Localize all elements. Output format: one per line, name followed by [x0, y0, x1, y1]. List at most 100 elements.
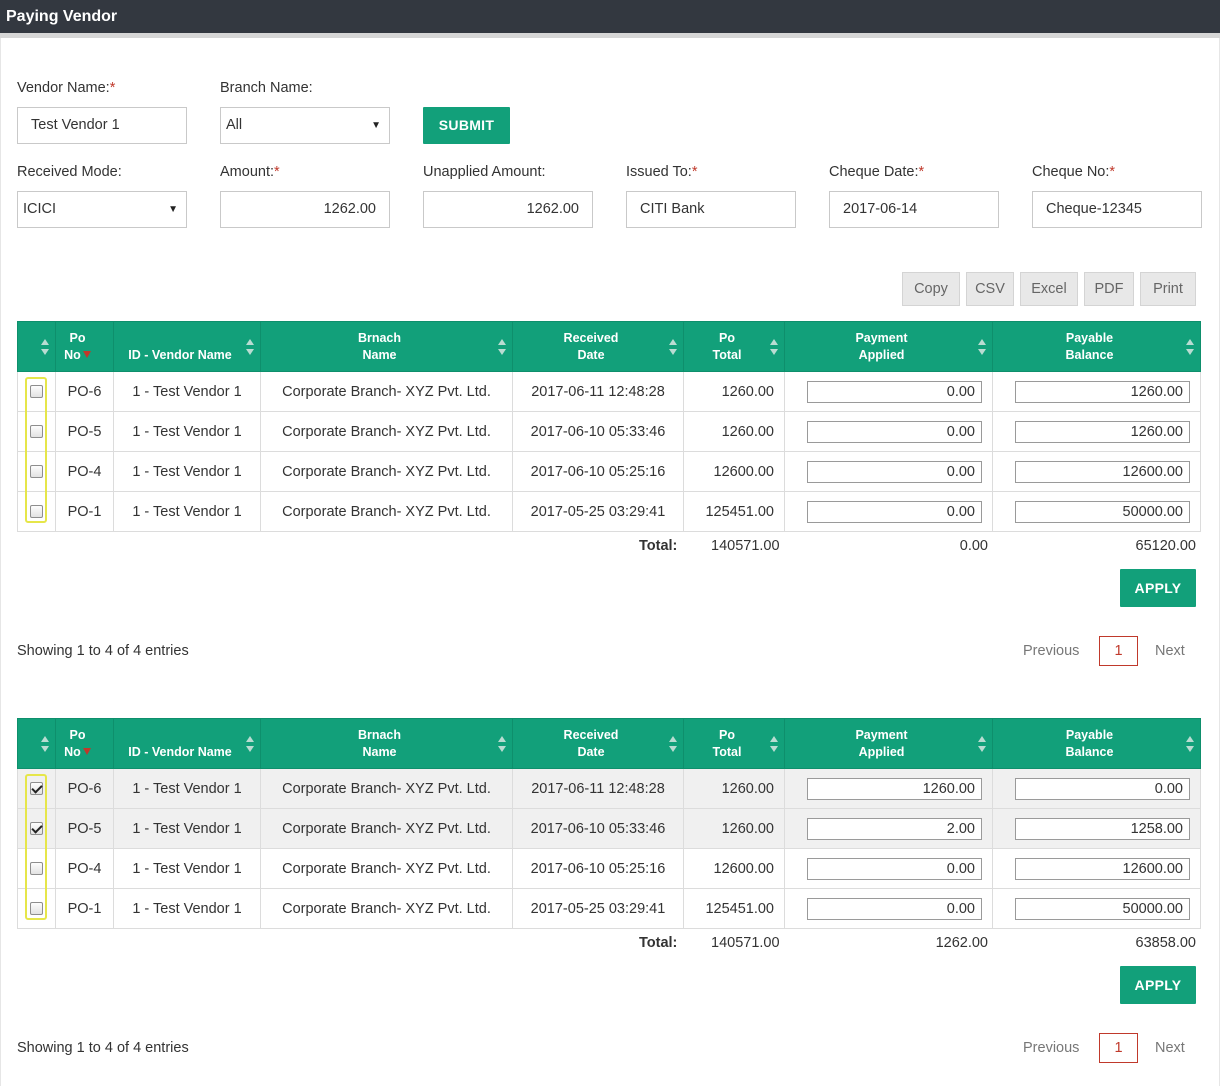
- po-total-cell: 1260.00: [683, 411, 785, 452]
- vendor-column-header[interactable]: ID - Vendor Name: [113, 718, 261, 769]
- payment-applied-column-header[interactable]: Payment Applied: [784, 321, 993, 372]
- previous-page-button[interactable]: Previous: [1023, 1040, 1079, 1056]
- payment-applied-input[interactable]: 0.00: [807, 857, 982, 880]
- received-date-cell: 2017-06-11 12:48:28: [512, 371, 684, 412]
- sort-icon: [498, 736, 506, 752]
- branch-cell: Corporate Branch- XYZ Pvt. Ltd.: [260, 768, 513, 809]
- total-label: Total:: [639, 935, 678, 951]
- received-date-cell: 2017-06-10 05:33:46: [512, 808, 684, 849]
- vendor-cell: 1 - Test Vendor 1: [113, 451, 261, 492]
- received-mode-select[interactable]: ICICI ▼: [17, 191, 187, 228]
- excel-button[interactable]: Excel: [1020, 272, 1078, 306]
- payable-balance-input[interactable]: 50000.00: [1015, 897, 1190, 920]
- previous-page-button[interactable]: Previous: [1023, 643, 1079, 659]
- table-row: PO-4 1 - Test Vendor 1 Corporate Branch-…: [17, 848, 1201, 889]
- po-no-column-header[interactable]: Po No: [55, 321, 114, 372]
- payment-applied-input[interactable]: 2.00: [807, 817, 982, 840]
- vendor-cell: 1 - Test Vendor 1: [113, 411, 261, 452]
- branch-name-select[interactable]: All ▼: [220, 107, 390, 144]
- po-total-column-header[interactable]: Po Total: [683, 321, 785, 372]
- branch-name-value: All: [226, 117, 243, 133]
- received-date-column-header[interactable]: Received Date: [512, 321, 684, 372]
- page-1-button[interactable]: 1: [1099, 636, 1138, 666]
- cheque-date-label: Cheque Date:*: [829, 164, 925, 180]
- submit-button[interactable]: SUBMIT: [423, 107, 510, 144]
- cheque-date-input[interactable]: 2017-06-14: [829, 191, 999, 228]
- payment-applied-sum: 0.00: [959, 538, 988, 554]
- payable-balance-sum: 65120.00: [1135, 538, 1196, 554]
- next-page-button[interactable]: Next: [1155, 1040, 1185, 1056]
- payment-applied-input[interactable]: 0.00: [807, 420, 982, 443]
- po-no-cell: PO-6: [55, 768, 114, 809]
- received-date-column-header[interactable]: Received Date: [512, 718, 684, 769]
- po-total-cell: 1260.00: [683, 808, 785, 849]
- po-no-cell: PO-5: [55, 411, 114, 452]
- branch-cell: Corporate Branch- XYZ Pvt. Ltd.: [260, 848, 513, 889]
- vendor-cell: 1 - Test Vendor 1: [113, 371, 261, 412]
- entries-info: Showing 1 to 4 of 4 entries: [17, 1040, 189, 1056]
- vendor-name-input[interactable]: Test Vendor 1: [17, 107, 187, 144]
- table-row: PO-5 1 - Test Vendor 1 Corporate Branch-…: [17, 808, 1201, 849]
- csv-button[interactable]: CSV: [966, 272, 1014, 306]
- issued-to-label: Issued To:*: [626, 164, 698, 180]
- payment-applied-sum: 1262.00: [935, 935, 988, 951]
- branch-column-header[interactable]: Brnach Name: [260, 718, 513, 769]
- pdf-button[interactable]: PDF: [1084, 272, 1134, 306]
- vendor-cell: 1 - Test Vendor 1: [113, 768, 261, 809]
- po-total-cell: 1260.00: [683, 371, 785, 412]
- chevron-down-icon: ▼: [371, 120, 381, 131]
- apply-button[interactable]: APPLY: [1120, 569, 1196, 607]
- payable-balance-input[interactable]: 1258.00: [1015, 817, 1190, 840]
- sort-icon: [978, 339, 986, 355]
- branch-cell: Corporate Branch- XYZ Pvt. Ltd.: [260, 411, 513, 452]
- payment-applied-input[interactable]: 1260.00: [807, 777, 982, 800]
- page-1-button[interactable]: 1: [1099, 1033, 1138, 1063]
- payable-balance-cell: 1260.00: [992, 371, 1201, 412]
- vendor-column-header[interactable]: ID - Vendor Name: [113, 321, 261, 372]
- table-row: PO-1 1 - Test Vendor 1 Corporate Branch-…: [17, 888, 1201, 929]
- cheque-no-input[interactable]: Cheque-12345: [1032, 191, 1202, 228]
- payment-applied-cell: 2.00: [784, 808, 993, 849]
- payable-balance-column-header[interactable]: Payable Balance: [992, 321, 1201, 372]
- po-no-column-header[interactable]: Po No: [55, 718, 114, 769]
- print-button[interactable]: Print: [1140, 272, 1196, 306]
- table-row: PO-6 1 - Test Vendor 1 Corporate Branch-…: [17, 371, 1201, 412]
- payable-balance-input[interactable]: 12600.00: [1015, 460, 1190, 483]
- chevron-down-icon: ▼: [168, 204, 178, 215]
- payment-applied-input[interactable]: 0.00: [807, 500, 982, 523]
- next-page-button[interactable]: Next: [1155, 643, 1185, 659]
- total-label: Total:: [639, 538, 678, 554]
- sort-icon: [246, 736, 254, 752]
- payable-balance-input[interactable]: 50000.00: [1015, 500, 1190, 523]
- select-column-header[interactable]: [17, 321, 56, 372]
- copy-button[interactable]: Copy: [902, 272, 960, 306]
- payment-applied-cell: 1260.00: [784, 768, 993, 809]
- unapplied-amount-input[interactable]: 1262.00: [423, 191, 593, 228]
- table-row: PO-5 1 - Test Vendor 1 Corporate Branch-…: [17, 411, 1201, 452]
- payable-balance-input[interactable]: 1260.00: [1015, 380, 1190, 403]
- branch-column-header[interactable]: Brnach Name: [260, 321, 513, 372]
- payable-balance-input[interactable]: 12600.00: [1015, 857, 1190, 880]
- payable-balance-cell: 50000.00: [992, 888, 1201, 929]
- payment-applied-input[interactable]: 0.00: [807, 460, 982, 483]
- branch-cell: Corporate Branch- XYZ Pvt. Ltd.: [260, 808, 513, 849]
- sort-icon: [246, 339, 254, 355]
- payment-applied-column-header[interactable]: Payment Applied: [784, 718, 993, 769]
- amount-input[interactable]: 1262.00: [220, 191, 390, 228]
- payable-balance-input[interactable]: 0.00: [1015, 777, 1190, 800]
- apply-button[interactable]: APPLY: [1120, 966, 1196, 1004]
- po-no-cell: PO-4: [55, 848, 114, 889]
- payable-balance-input[interactable]: 1260.00: [1015, 420, 1190, 443]
- amount-label: Amount:*: [220, 164, 280, 180]
- payment-applied-input[interactable]: 0.00: [807, 380, 982, 403]
- payment-applied-input[interactable]: 0.00: [807, 897, 982, 920]
- received-mode-label: Received Mode:: [17, 164, 122, 180]
- payable-balance-column-header[interactable]: Payable Balance: [992, 718, 1201, 769]
- issued-to-input[interactable]: CITI Bank: [626, 191, 796, 228]
- branch-name-label: Branch Name:: [220, 80, 313, 96]
- select-column-header[interactable]: [17, 718, 56, 769]
- po-total-cell: 125451.00: [683, 888, 785, 929]
- po-total-cell: 1260.00: [683, 768, 785, 809]
- po-total-column-header[interactable]: Po Total: [683, 718, 785, 769]
- po-no-cell: PO-1: [55, 491, 114, 532]
